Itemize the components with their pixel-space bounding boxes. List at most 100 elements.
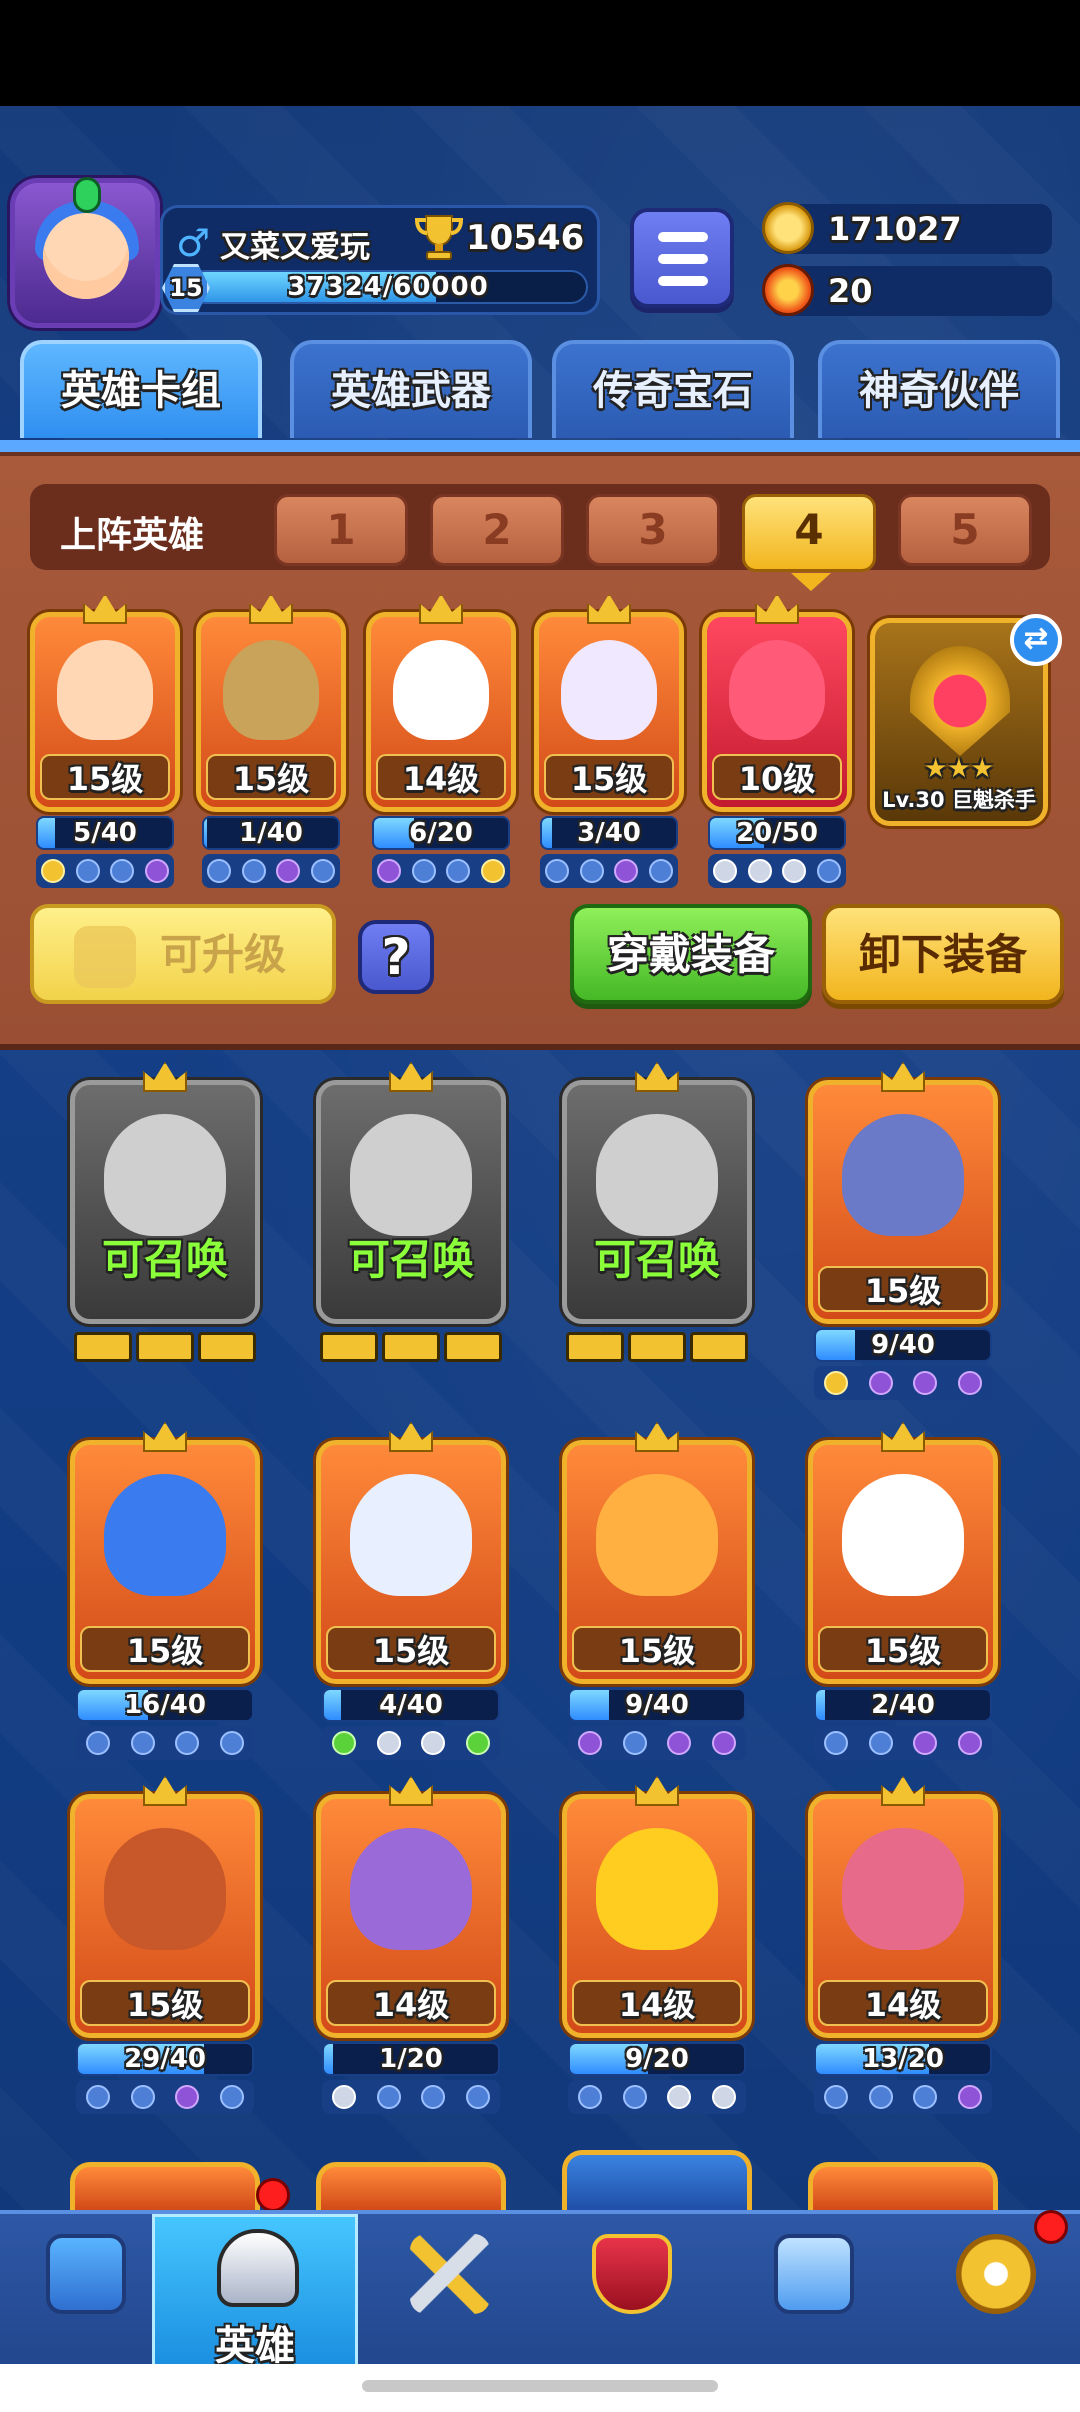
tab-hero-weapons[interactable]: 英雄武器 xyxy=(290,340,532,438)
hero-card[interactable]: 15级 1/40 xyxy=(196,594,346,892)
menu-button[interactable] xyxy=(630,208,734,308)
hero-card-partial[interactable] xyxy=(70,2162,260,2210)
gem-slot-icon xyxy=(578,2085,603,2109)
deck-slot-4[interactable]: 4 xyxy=(742,494,876,591)
hero-card-partial[interactable] xyxy=(316,2162,506,2210)
gem-slot-icon xyxy=(332,2085,357,2109)
hero-card[interactable]: 15级 9/40 xyxy=(562,1422,752,1764)
summon-label: 可召唤 xyxy=(347,1235,474,1285)
hero-card[interactable]: 14级 13/20 xyxy=(808,1776,998,2118)
hero-card[interactable]: 15级 2/40 xyxy=(808,1422,998,1764)
gem-slot-icon xyxy=(868,1731,893,1755)
gold-counter[interactable]: 171027 xyxy=(762,202,1052,254)
deck-slot-5[interactable]: 5 xyxy=(898,494,1032,566)
gem-slot-icon xyxy=(824,1371,849,1395)
energy-counter[interactable]: 20 xyxy=(762,264,1052,316)
hero-progress-bar: 2/40 xyxy=(814,1688,992,1722)
flame-energy-icon xyxy=(762,264,814,316)
hero-card[interactable]: 可召唤 xyxy=(562,1062,752,1404)
upgrade-label: 可升级 xyxy=(159,930,286,979)
deck-header: 上阵英雄 1 2 3 4 5 xyxy=(30,484,1050,591)
gem-slots xyxy=(76,2080,254,2114)
gem-slot-icon xyxy=(957,1371,982,1395)
hero-progress-text: 9/40 xyxy=(871,1330,935,1360)
deck-slot-2[interactable]: 2 xyxy=(430,494,564,566)
hero-card[interactable]: 10级 20/50 xyxy=(702,594,852,892)
hero-card[interactable]: 15级 4/40 xyxy=(316,1422,506,1764)
hero-card[interactable]: 15级 16/40 xyxy=(70,1422,260,1764)
nav-clan[interactable] xyxy=(546,2214,718,2368)
hero-level: 14级 xyxy=(818,1980,988,2026)
notification-dot xyxy=(1034,2210,1068,2244)
gem-slots xyxy=(814,1366,992,1400)
hero-progress-bar: 1/40 xyxy=(202,816,340,850)
upgrade-button[interactable]: 可升级 xyxy=(30,904,336,1004)
gender-icon: ♂ xyxy=(176,221,211,265)
hero-card[interactable]: 15级 9/40 xyxy=(808,1062,998,1404)
gem-slot-icon xyxy=(130,1731,155,1755)
gem-slot-icon xyxy=(376,1731,401,1755)
hero-progress-bar: 6/20 xyxy=(372,816,510,850)
shard-bar xyxy=(690,1332,748,1362)
hero-card[interactable]: 可召唤 xyxy=(316,1062,506,1404)
unequip-button[interactable]: 卸下装备 xyxy=(822,904,1064,1004)
gem-slot-icon xyxy=(465,1731,490,1755)
gem-slot-icon xyxy=(614,859,639,883)
gem-slot-icon xyxy=(175,1731,200,1755)
gem-slot-icon xyxy=(913,2085,938,2109)
gem-slot-icon xyxy=(465,2085,490,2109)
hero-progress-bar: 9/20 xyxy=(568,2042,746,2076)
hero-progress-bar: 9/40 xyxy=(568,1688,746,1722)
hero-card-partial[interactable] xyxy=(808,2162,998,2210)
hero-level: 15级 xyxy=(80,1980,250,2026)
hero-progress-bar: 9/40 xyxy=(814,1328,992,1362)
gem-slots xyxy=(36,854,174,888)
hero-progress-bar: 1/20 xyxy=(322,2042,500,2076)
hero-portrait xyxy=(596,1828,718,1951)
gem-slot-icon xyxy=(913,1731,938,1755)
hero-card[interactable]: 15级 3/40 xyxy=(534,594,684,892)
gold-coin-icon xyxy=(762,202,814,254)
deck-slot-1[interactable]: 1 xyxy=(274,494,408,566)
deck-slot-3[interactable]: 3 xyxy=(586,494,720,566)
hero-level: 15级 xyxy=(818,1626,988,1672)
tab-magic-partners[interactable]: 神奇伙伴 xyxy=(818,340,1060,438)
home-indicator[interactable] xyxy=(362,2380,718,2392)
hero-level: 15级 xyxy=(572,1626,742,1672)
player-avatar[interactable] xyxy=(10,177,160,328)
nav-social[interactable] xyxy=(728,2214,900,2368)
gem-slot-icon xyxy=(130,2085,155,2109)
hero-progress-text: 20/50 xyxy=(736,818,818,848)
hero-card[interactable]: 可召唤 xyxy=(70,1062,260,1404)
help-button[interactable]: ? xyxy=(358,920,434,994)
gem-slot-icon xyxy=(782,859,807,883)
equip-button[interactable]: 穿戴装备 xyxy=(570,904,812,1004)
shard-bars xyxy=(74,1332,256,1362)
hero-card-partial[interactable] xyxy=(562,2150,752,2210)
swap-button[interactable]: ⇄ xyxy=(1010,614,1062,666)
hero-card[interactable]: 15级 29/40 xyxy=(70,1776,260,2118)
hero-card[interactable]: 14级 1/20 xyxy=(316,1776,506,2118)
hero-card[interactable]: 14级 6/20 xyxy=(366,594,516,892)
summon-label: 可召唤 xyxy=(101,1235,228,1285)
hero-level: 15级 xyxy=(80,1626,250,1672)
trophy-count: 10546 xyxy=(466,218,585,258)
hero-card[interactable]: 15级 5/40 xyxy=(30,594,180,892)
nav-battle[interactable] xyxy=(364,2214,536,2368)
gem-slot-icon xyxy=(446,859,471,883)
gem-slot-icon xyxy=(648,859,673,883)
nav-chest[interactable] xyxy=(0,2214,172,2368)
trophy-icon xyxy=(414,215,464,260)
hero-card[interactable]: 14级 9/20 xyxy=(562,1776,752,2118)
notification-dot xyxy=(256,2178,290,2212)
deck-title: 上阵英雄 xyxy=(60,515,205,556)
hero-progress-text: 1/20 xyxy=(379,2044,443,2074)
hero-progress-bar: 29/40 xyxy=(76,2042,254,2076)
tab-hero-deck[interactable]: 英雄卡组 xyxy=(20,340,262,438)
crown-shield-icon xyxy=(592,2234,672,2314)
tab-legend-gems[interactable]: 传奇宝石 xyxy=(552,340,794,438)
gem-slots xyxy=(708,854,846,888)
hero-progress-bar: 4/40 xyxy=(322,1688,500,1722)
nav-heroes[interactable]: 英雄 xyxy=(152,2214,358,2369)
hero-portrait xyxy=(596,1474,718,1597)
